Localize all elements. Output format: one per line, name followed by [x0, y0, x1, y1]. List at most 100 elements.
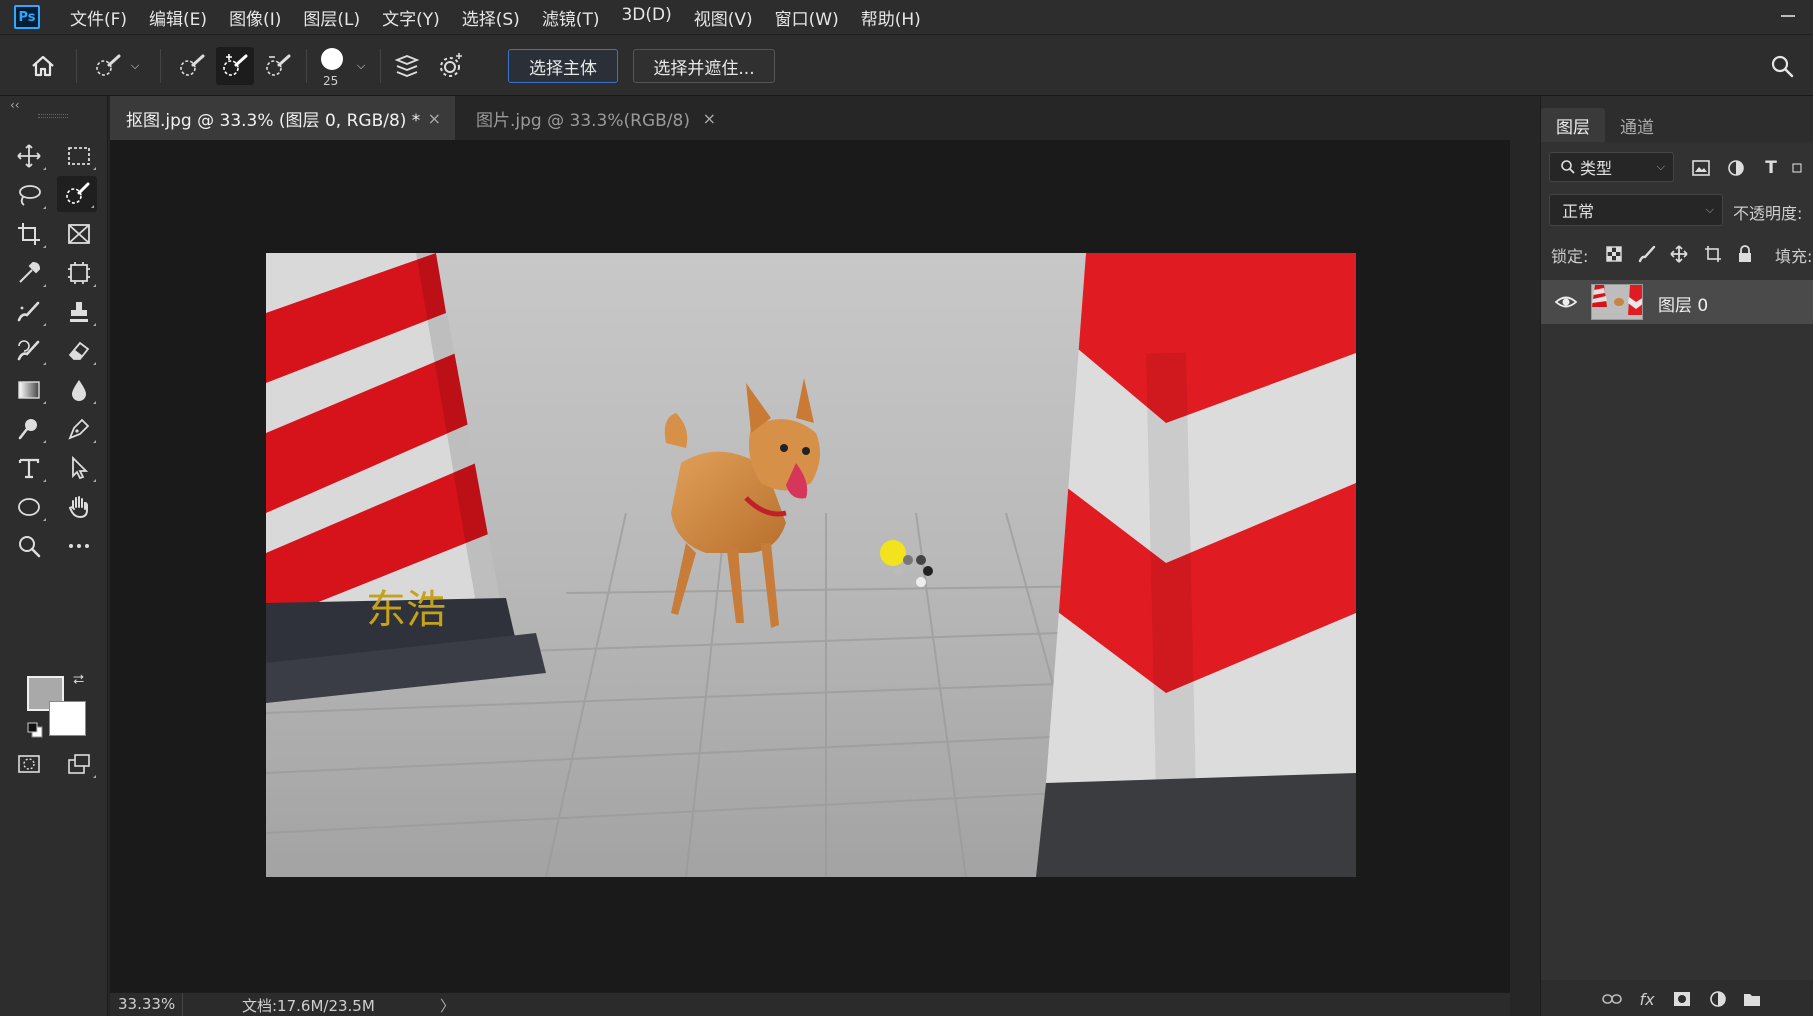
- lock-pixels-icon[interactable]: [1637, 244, 1657, 264]
- adjustment-layer-icon[interactable]: [1707, 988, 1729, 1010]
- layers-footer: fx: [1541, 980, 1813, 1016]
- default-colors-icon[interactable]: [27, 722, 43, 738]
- quick-selection-tool-icon[interactable]: [57, 176, 97, 212]
- menu-window[interactable]: 窗口(W): [775, 5, 839, 30]
- tab-label: 抠图.jpg @ 33.3% (图层 0, RGB/8) *: [126, 110, 421, 131]
- search-icon[interactable]: [1765, 49, 1799, 83]
- lock-row: 锁定: 填充:: [1549, 240, 1813, 268]
- path-selection-tool-icon[interactable]: [59, 450, 99, 486]
- lock-position-icon[interactable]: [1669, 244, 1689, 264]
- lock-label: 锁定:: [1551, 247, 1589, 266]
- menu-items: 文件(F) 编辑(E) 图像(I) 图层(L) 文字(Y) 选择(S) 滤镜(T…: [70, 5, 943, 30]
- ellipse-tool-icon[interactable]: [9, 489, 49, 525]
- select-and-mask-button[interactable]: 选择并遮住...: [633, 49, 775, 83]
- sample-all-layers-icon[interactable]: [390, 49, 424, 83]
- menu-edit[interactable]: 编辑(E): [149, 5, 207, 30]
- swap-colors-icon[interactable]: ⮂: [73, 672, 84, 688]
- close-icon[interactable]: ×: [703, 109, 716, 128]
- move-tool-icon[interactable]: [9, 138, 49, 174]
- quick-mask-icon[interactable]: [9, 746, 49, 782]
- add-to-selection-icon[interactable]: [216, 47, 254, 85]
- frame-tool-icon[interactable]: [59, 216, 99, 252]
- shape-filter-icon[interactable]: [1791, 158, 1803, 178]
- new-selection-icon[interactable]: [174, 49, 210, 83]
- menu-type[interactable]: 文字(Y): [382, 5, 440, 30]
- more-tools-icon[interactable]: [59, 528, 99, 564]
- search-icon: [1561, 160, 1575, 174]
- hand-tool-icon[interactable]: [59, 489, 99, 525]
- healing-brush-tool-icon[interactable]: [9, 294, 49, 330]
- lock-transparent-icon[interactable]: [1604, 244, 1624, 264]
- brush-chevron-down-icon[interactable]: ⌵: [354, 57, 368, 75]
- subtract-from-selection-icon[interactable]: [260, 49, 296, 83]
- canvas-area[interactable]: 东浩: [110, 140, 1510, 992]
- gradient-tool-icon[interactable]: [9, 372, 49, 408]
- home-icon[interactable]: [26, 49, 60, 83]
- lasso-tool-icon[interactable]: [9, 177, 49, 213]
- chevron-down-icon: ⌵: [1656, 160, 1665, 173]
- panel-tabs: 图层 通道: [1541, 108, 1669, 142]
- lock-artboard-icon[interactable]: [1703, 244, 1723, 264]
- close-icon[interactable]: ×: [428, 109, 441, 128]
- image-filter-icon[interactable]: [1691, 158, 1711, 178]
- screen-mode-icon[interactable]: [59, 746, 99, 782]
- document-info: 文档:17.6M/23.5M: [242, 997, 375, 1015]
- tab-tupian[interactable]: 图片.jpg @ 33.3%(RGB/8) ×: [460, 96, 730, 140]
- collapse-icon[interactable]: ‹‹: [10, 98, 20, 112]
- eraser-tool-icon[interactable]: [59, 333, 99, 369]
- link-layers-icon[interactable]: [1601, 988, 1623, 1010]
- eye-icon[interactable]: [1554, 293, 1578, 311]
- blend-mode-select[interactable]: 正常 ⌵: [1549, 194, 1723, 226]
- layer-name: 图层 0: [1658, 296, 1709, 316]
- new-group-icon[interactable]: [1741, 988, 1763, 1010]
- type-filter-icon[interactable]: T: [1761, 158, 1781, 178]
- menu-bar: Ps 文件(F) 编辑(E) 图像(I) 图层(L) 文字(Y) 选择(S) 滤…: [0, 0, 1813, 34]
- pen-tool-icon[interactable]: [59, 411, 99, 447]
- minimize-icon[interactable]: [1781, 15, 1795, 17]
- tab-layers[interactable]: 图层: [1541, 108, 1605, 142]
- status-bar: 33.33% 文档:17.6M/23.5M 〉: [110, 992, 1510, 1016]
- quick-select-preset-icon[interactable]: [88, 49, 128, 83]
- menu-select[interactable]: 选择(S): [462, 5, 520, 30]
- zoom-tool-icon[interactable]: [9, 528, 49, 564]
- menu-3d[interactable]: 3D(D): [621, 5, 671, 30]
- dodge-tool-icon[interactable]: [9, 411, 49, 447]
- menu-filter[interactable]: 滤镜(T): [542, 5, 600, 30]
- blur-tool-icon[interactable]: [59, 372, 99, 408]
- layer-row[interactable]: 图层 0: [1541, 280, 1813, 324]
- menu-view[interactable]: 视图(V): [694, 5, 753, 30]
- menu-image[interactable]: 图像(I): [229, 5, 281, 30]
- stamp-tool-icon[interactable]: [59, 294, 99, 330]
- layer-filter-select[interactable]: 类型 ⌵: [1549, 152, 1674, 182]
- fx-icon[interactable]: fx: [1636, 988, 1658, 1010]
- tab-channels[interactable]: 通道: [1605, 108, 1669, 142]
- menu-file[interactable]: 文件(F): [70, 5, 127, 30]
- toolbar-grip[interactable]: [38, 114, 68, 118]
- history-brush-tool-icon[interactable]: [9, 333, 49, 369]
- brush-size-value: 25: [323, 74, 339, 88]
- photoshop-window: Ps 文件(F) 编辑(E) 图像(I) 图层(L) 文字(Y) 选择(S) 滤…: [0, 0, 1813, 1016]
- object-select-icon[interactable]: [59, 255, 99, 291]
- tab-koutu[interactable]: 抠图.jpg @ 33.3% (图层 0, RGB/8) * ×: [110, 96, 455, 140]
- menu-help[interactable]: 帮助(H): [861, 5, 921, 30]
- zoom-level[interactable]: 33.33%: [118, 995, 175, 1013]
- select-subject-button[interactable]: 选择主体: [508, 49, 618, 83]
- status-menu-icon[interactable]: 〉: [440, 995, 455, 1016]
- adjustment-filter-icon[interactable]: [1726, 158, 1746, 178]
- canvas-edge: [1510, 140, 1540, 992]
- tab-label: 图片.jpg @ 33.3%(RGB/8): [476, 110, 690, 131]
- document-image[interactable]: 东浩: [266, 253, 1356, 877]
- menu-layer[interactable]: 图层(L): [303, 5, 360, 30]
- type-tool-icon[interactable]: [9, 450, 49, 486]
- background-color-swatch[interactable]: [49, 701, 86, 736]
- options-bar: ⌵ 25 ⌵ 选择主体 选择并遮住...: [0, 34, 1813, 96]
- crop-tool-icon[interactable]: [9, 216, 49, 252]
- add-mask-icon[interactable]: [1671, 988, 1693, 1010]
- chevron-down-icon: ⌵: [1705, 203, 1714, 216]
- marquee-tool-icon[interactable]: [59, 138, 99, 174]
- eyedropper-tool-icon[interactable]: [9, 255, 49, 291]
- brush-preview-icon[interactable]: [318, 45, 346, 73]
- chevron-down-icon[interactable]: ⌵: [128, 57, 142, 75]
- lock-all-icon[interactable]: [1735, 244, 1755, 264]
- enhance-edge-icon[interactable]: [434, 49, 468, 83]
